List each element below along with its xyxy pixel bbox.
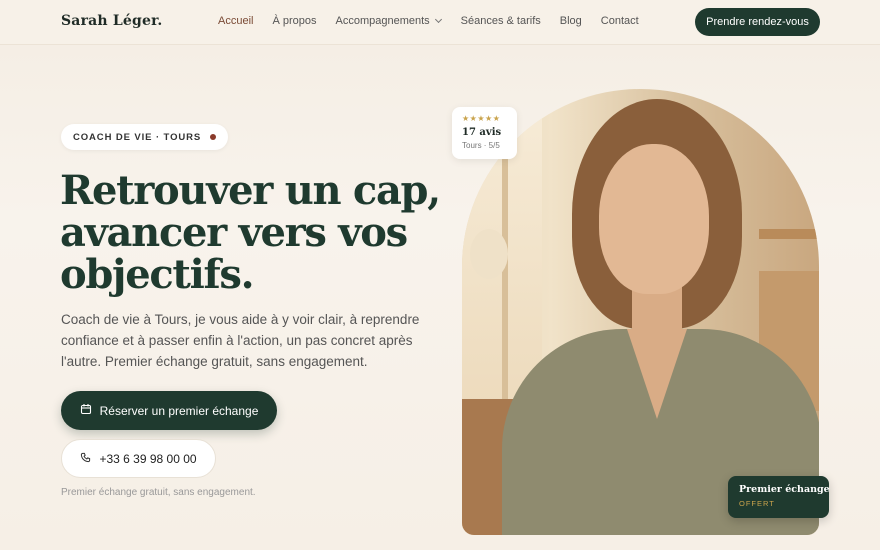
badge-dot-icon — [210, 134, 217, 140]
coach-portrait-image — [462, 89, 819, 535]
headline-line-1: Retrouver un cap, — [60, 167, 441, 214]
phone-number: +33 6 39 98 00 00 — [99, 451, 197, 466]
book-appointment-button[interactable]: Prendre rendez-vous — [695, 8, 820, 36]
nav-accompagnements[interactable]: Accompagnements — [335, 15, 442, 27]
portrait-shelf — [759, 229, 819, 239]
nav-blog[interactable]: Blog — [560, 15, 582, 27]
hero-intro: Coach de vie à Tours, je vous aide à y v… — [61, 312, 420, 369]
phone-icon — [80, 452, 91, 466]
role-badge-label: COACH DE VIE · TOURS — [73, 131, 202, 143]
review-count: 17 avis — [462, 127, 502, 138]
free-exchange-note: Premier échange gratuit, sans engagement… — [61, 487, 256, 498]
rating-location: Tours · 5/5 — [462, 141, 500, 150]
calendar-icon — [80, 403, 92, 418]
book-first-exchange-button[interactable]: Réserver un premier échange — [61, 391, 277, 430]
book-first-exchange-label: Réserver un premier échange — [99, 403, 259, 418]
portrait-neckline — [627, 329, 687, 419]
star-rating-icon: ★★★★★ — [462, 114, 501, 123]
nav-a-propos[interactable]: À propos — [272, 15, 316, 27]
headline-line-2: avancer vers vos — [60, 209, 408, 256]
free-offer-card: Premier échange OFFERT — [728, 476, 830, 518]
nav-seances-tarifs[interactable]: Séances & tarifs — [461, 15, 541, 27]
main-nav: Accueil À propos Accompagnements Séances… — [218, 15, 639, 27]
offer-subtitle: OFFERT — [739, 499, 775, 508]
site-header: Sarah Léger. Accueil À propos Accompagne… — [0, 0, 880, 45]
nav-contact[interactable]: Contact — [601, 15, 639, 27]
portrait-face — [599, 144, 709, 294]
phone-button[interactable]: +33 6 39 98 00 00 — [61, 439, 216, 478]
headline-line-3: objectifs. — [60, 251, 255, 298]
nav-accueil[interactable]: Accueil — [218, 15, 253, 27]
nav-accompagnements-label: Accompagnements — [335, 15, 430, 27]
portrait-lamp — [470, 229, 508, 279]
hero-headline: Retrouver un cap, avancer vers vos objec… — [60, 167, 441, 298]
rating-card: ★★★★★ 17 avis Tours · 5/5 — [452, 107, 517, 159]
role-badge: COACH DE VIE · TOURS — [61, 124, 229, 150]
chevron-down-icon — [434, 15, 442, 24]
brand-logo[interactable]: Sarah Léger. — [61, 13, 163, 29]
offer-title: Premier échange — [739, 484, 830, 495]
